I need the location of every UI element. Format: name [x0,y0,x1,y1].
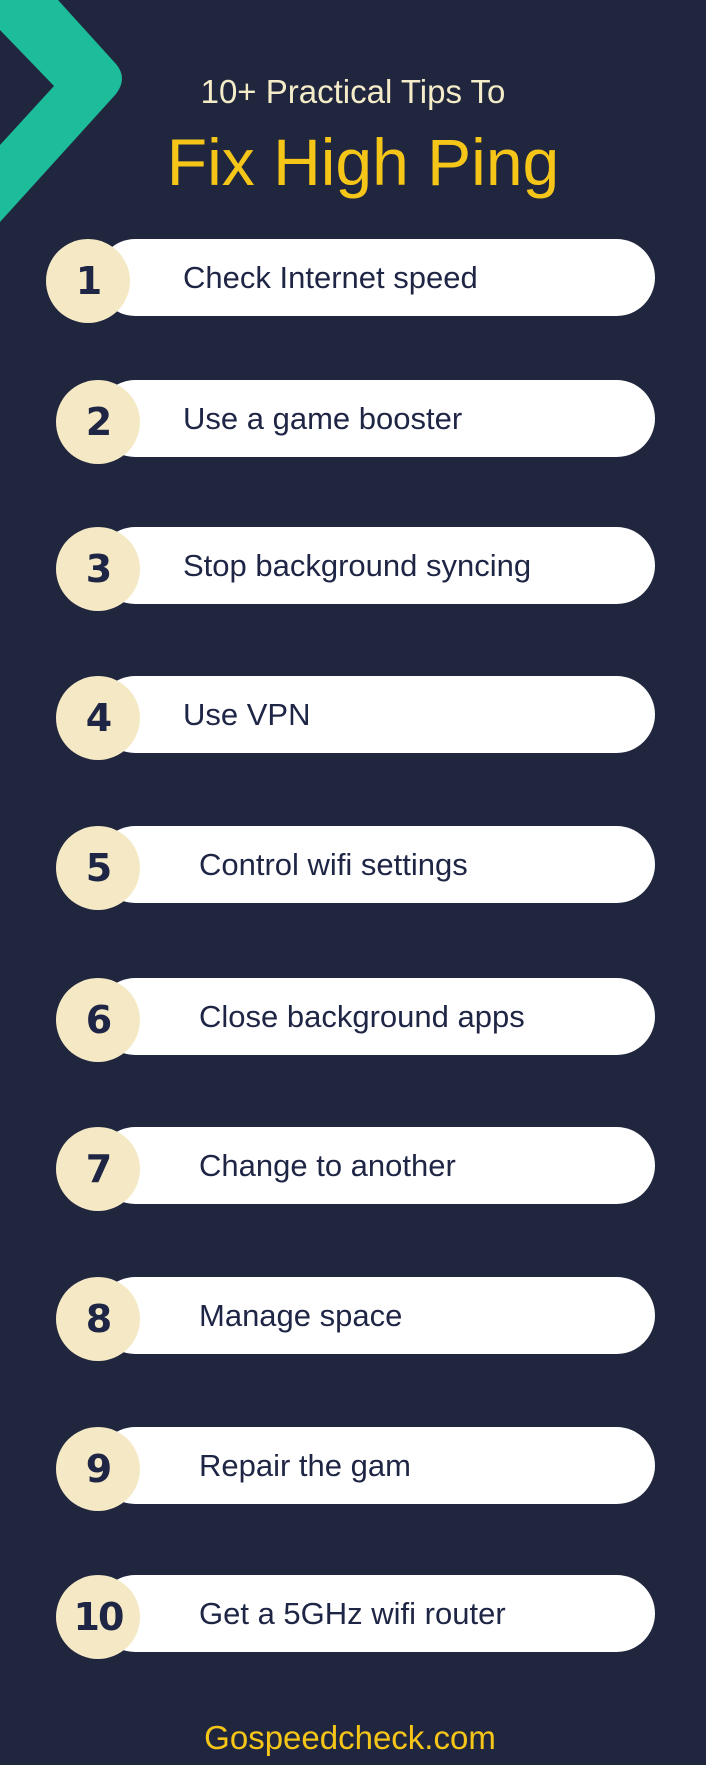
tip-label: Change to another [199,1148,456,1183]
list-item: 5 Control wifi settings [0,826,706,916]
number-badge: 4 [56,676,140,760]
list-item: 3 Stop background syncing [0,527,706,617]
number-badge: 10 [56,1575,140,1659]
tips-list: 1 Check Internet speed 2 Use a game boos… [0,0,706,1765]
tip-label: Use a game booster [183,401,463,436]
tip-label: Check Internet speed [183,260,478,295]
list-item: 6 Close background apps [0,978,706,1068]
number-badge: 9 [56,1427,140,1511]
footer-site-link[interactable]: Gospeedcheck.com [204,1719,496,1756]
tip-label: Get a 5GHz wifi router [199,1596,506,1631]
list-item: 4 Use VPN [0,676,706,766]
number-badge: 7 [56,1127,140,1211]
list-item: 2 Use a game booster [0,380,706,470]
number-badge: 2 [56,380,140,464]
number-badge: 3 [56,527,140,611]
tip-label: Use VPN [183,697,311,732]
tip-label: Control wifi settings [199,847,468,882]
list-item: 9 Repair the gam [0,1427,706,1517]
tip-label: Stop background syncing [183,548,532,583]
list-item: 1 Check Internet speed [0,239,706,329]
tip-label: Close background apps [199,999,525,1034]
number-badge: 8 [56,1277,140,1361]
list-item: 7 Change to another [0,1127,706,1217]
list-item: 8 Manage space [0,1277,706,1367]
tip-pill [97,676,655,753]
number-badge: 1 [46,239,130,323]
list-item: 10 Get a 5GHz wifi router [0,1575,706,1665]
footer: Gospeedcheck.com [0,1718,706,1758]
number-badge: 5 [56,826,140,910]
tip-label: Manage space [199,1298,403,1333]
number-badge: 6 [56,978,140,1062]
tip-label: Repair the gam [199,1448,411,1483]
